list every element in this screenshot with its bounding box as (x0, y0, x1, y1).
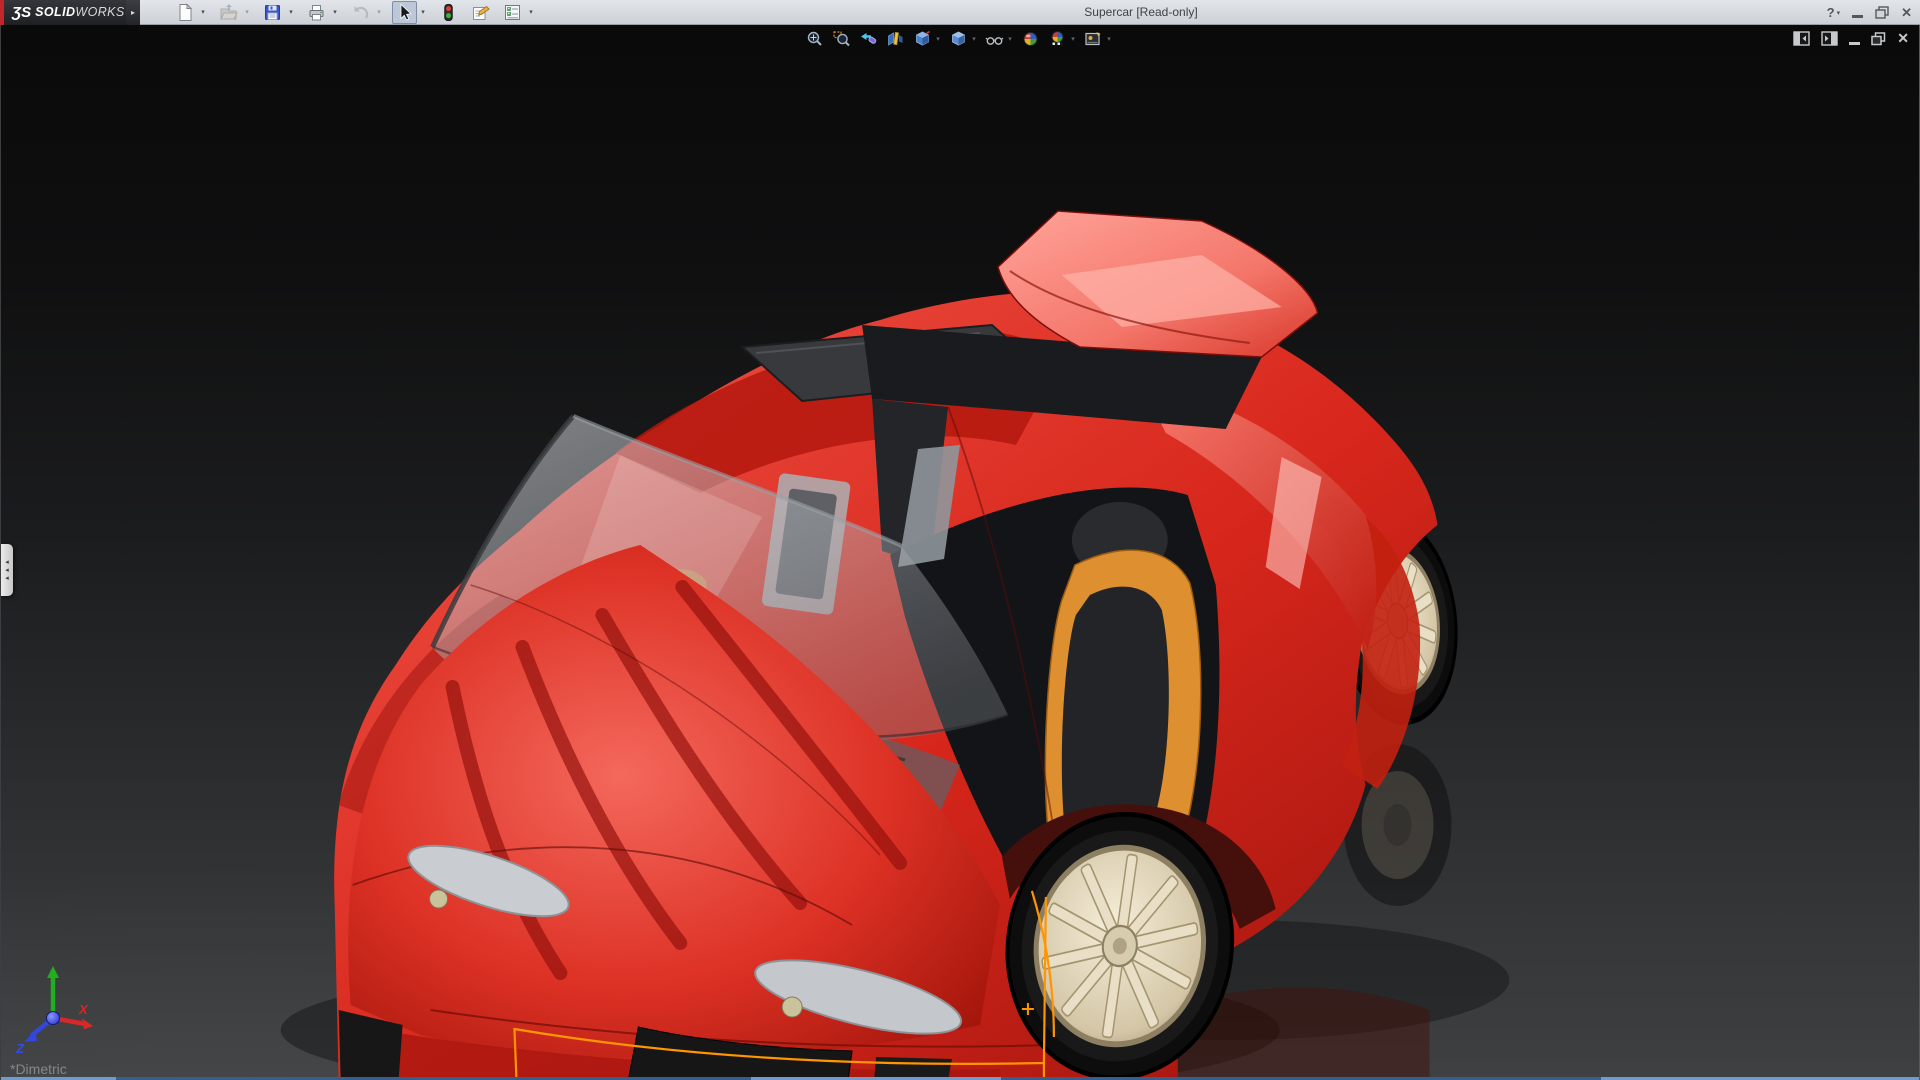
zoom-to-fit-icon (807, 31, 822, 46)
edit-appearance-button[interactable] (1019, 28, 1042, 49)
edit-appearance-icon (1023, 31, 1037, 46)
document-title: Supercar [Read-only] (1084, 5, 1198, 19)
checker-flag (1052, 42, 1062, 45)
previous-view-button[interactable] (857, 28, 880, 49)
window-controls: ? ▾ ✕ (1827, 0, 1912, 25)
solidworks-logo-light: WORKS (75, 5, 125, 19)
print-icon (309, 4, 324, 20)
options-icon (505, 4, 520, 20)
save-icon (265, 4, 280, 20)
graphics-viewport[interactable]: ▾ ▾ ▾ ▾ ▾ ✕ ◂ ◂ ◂ X Z *Dimetric (0, 25, 1920, 1080)
document-restore-button[interactable] (1871, 31, 1886, 46)
solidworks-logo-bold: SOLID (35, 5, 76, 19)
hide-show-items-icon (985, 36, 1003, 45)
section-view-icon (887, 31, 902, 46)
display-style-dropdown[interactable]: ▾ (970, 35, 979, 43)
headsup-view-toolbar: ▾ ▾ ▾ ▾ ▾ (803, 28, 1118, 49)
restore-button[interactable] (1875, 0, 1889, 25)
select-button[interactable] (392, 0, 417, 24)
undo-icon (354, 5, 369, 19)
collapse-arrow-icon: ◂ (5, 558, 9, 566)
close-button[interactable]: ✕ (1901, 0, 1912, 25)
help-icon: ? (1826, 5, 1835, 20)
edit-properties-button[interactable] (468, 1, 493, 24)
pane-right-button[interactable] (1821, 31, 1838, 46)
help-dropdown-icon: ▾ (1836, 9, 1841, 17)
open-dropdown[interactable]: ▾ (241, 1, 253, 24)
triad-z-label: Z (15, 1041, 25, 1054)
undo-dropdown[interactable]: ▾ (373, 1, 385, 24)
document-minimize-button[interactable] (1849, 33, 1861, 45)
model-render (280, 210, 1510, 1080)
feature-panel-collapse-tab[interactable]: ◂ ◂ ◂ (1, 544, 13, 596)
view-orientation-button[interactable] (911, 28, 934, 49)
view-settings-dropdown[interactable]: ▾ (1105, 35, 1114, 43)
select-cursor-icon (400, 3, 412, 21)
pane-right-icon (1821, 31, 1838, 46)
flyout-arrow-icon: ▸ (130, 7, 135, 17)
restore-icon (1875, 6, 1889, 19)
minimize-icon (1852, 15, 1864, 18)
document-close-icon: ✕ (1897, 30, 1909, 46)
display-style-button[interactable] (947, 28, 970, 49)
save-dropdown[interactable]: ▾ (285, 1, 297, 24)
save-button[interactable] (260, 1, 285, 24)
hide-show-items-dropdown[interactable]: ▾ (1006, 35, 1015, 43)
hide-show-items-button[interactable] (983, 28, 1006, 49)
document-close-button[interactable]: ✕ (1897, 30, 1909, 47)
menu-flyout-tab[interactable]: ▸ (126, 0, 140, 25)
pane-left-icon (1793, 31, 1810, 46)
view-orientation-label: *Dimetric (10, 1061, 67, 1077)
reference-triad: X Z (15, 966, 93, 1054)
minimize-button[interactable] (1852, 0, 1864, 25)
document-restore-icon (1871, 31, 1886, 45)
apply-scene-icon (1051, 30, 1063, 45)
previous-view-icon (860, 32, 876, 44)
title-bar: ƷS SOLID WORKS ▸ ▾ ▾ ▾ ▾ ▾ ▾ ▾ Supercar … (0, 0, 1920, 25)
interference-traffic-light-icon (444, 3, 453, 21)
view-settings-button[interactable] (1082, 28, 1105, 49)
help-button[interactable]: ? ▾ (1827, 0, 1840, 25)
open-icon (220, 3, 238, 19)
display-style-icon (951, 31, 965, 45)
apply-scene-button[interactable] (1046, 28, 1069, 49)
open-button[interactable] (216, 1, 241, 24)
collapse-arrow-icon: ◂ (5, 574, 9, 582)
print-button[interactable] (304, 1, 329, 24)
new-document-icon (179, 2, 193, 21)
apply-scene-dropdown[interactable]: ▾ (1069, 35, 1078, 43)
view-orientation-icon (915, 30, 930, 45)
standard-toolbar: ▾ ▾ ▾ ▾ ▾ ▾ ▾ (172, 0, 544, 24)
options-button[interactable] (500, 1, 525, 24)
triad-x-label: X (78, 1002, 89, 1017)
zoom-to-area-icon (832, 30, 850, 46)
section-view-button[interactable] (884, 28, 907, 49)
solidworks-logo: ƷS SOLID WORKS (0, 0, 126, 25)
new-document-button[interactable] (172, 1, 197, 24)
undo-button[interactable] (348, 1, 373, 24)
view-settings-icon (1084, 31, 1100, 45)
pane-left-button[interactable] (1793, 31, 1810, 46)
view-orientation-dropdown[interactable]: ▾ (934, 35, 943, 43)
interference-button[interactable] (436, 1, 461, 24)
zoom-to-fit-button[interactable] (803, 28, 826, 49)
print-dropdown[interactable]: ▾ (329, 1, 341, 24)
zoom-to-area-button[interactable] (830, 28, 853, 49)
new-document-dropdown[interactable]: ▾ (197, 1, 209, 24)
document-window-controls: ✕ (1793, 30, 1909, 47)
solidworks-logo-glyph: ƷS (12, 3, 32, 21)
options-dropdown[interactable]: ▾ (525, 1, 537, 24)
select-dropdown[interactable]: ▾ (417, 1, 429, 24)
edit-properties-icon (473, 5, 490, 20)
document-minimize-icon (1849, 41, 1861, 45)
close-icon: ✕ (1901, 4, 1912, 20)
collapse-arrow-icon: ◂ (5, 566, 9, 574)
